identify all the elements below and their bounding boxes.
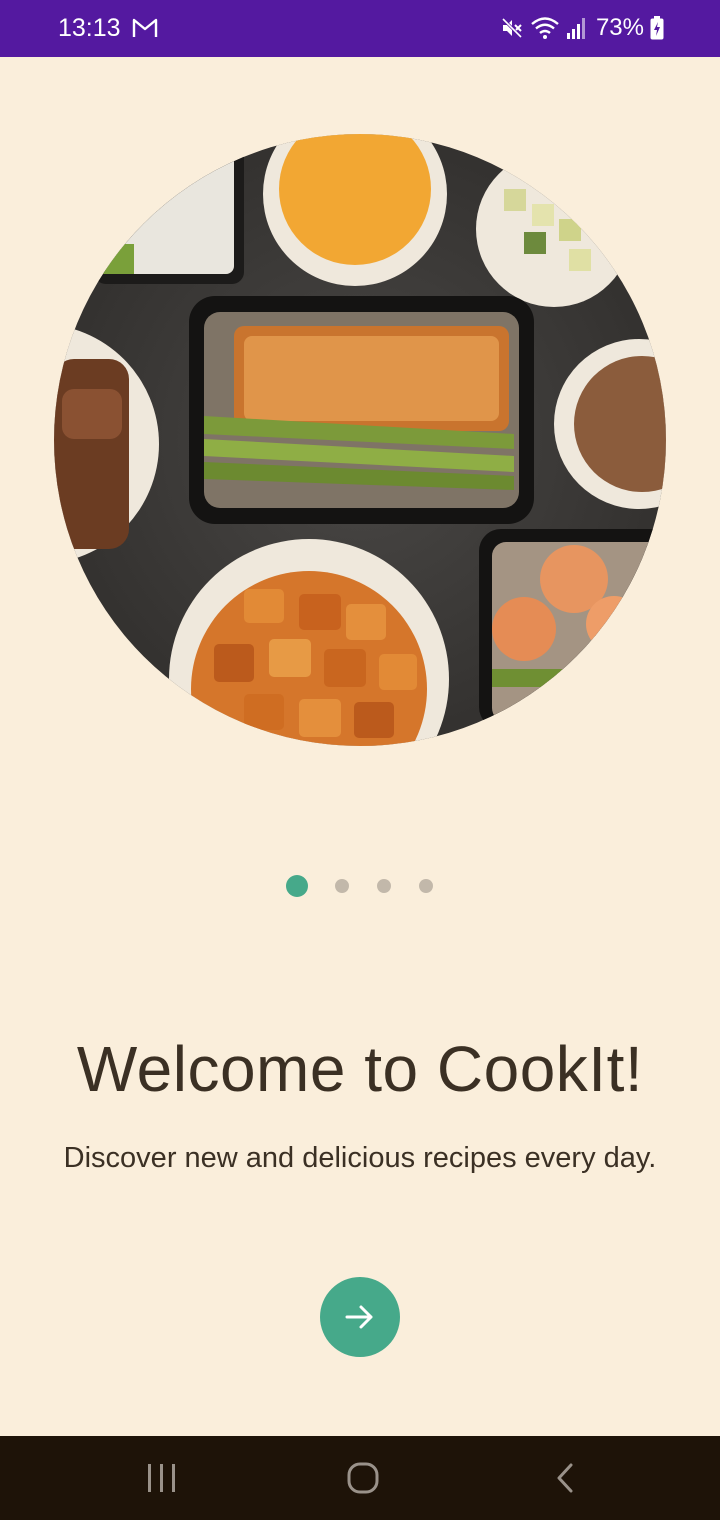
hero-food-image: [54, 134, 666, 746]
page-indicator-dot-3[interactable]: [377, 879, 391, 893]
battery-charging-icon: [650, 16, 664, 40]
status-bar: 13:13 73%: [0, 0, 720, 57]
signal-icon: [566, 18, 585, 39]
status-icons: 73%: [500, 14, 664, 42]
system-nav-bar: [0, 1436, 720, 1520]
mute-icon: [501, 17, 523, 39]
page-indicator: [0, 875, 720, 897]
meal-prep-illustration: [54, 134, 666, 746]
back-icon: [557, 1463, 573, 1493]
back-button[interactable]: [515, 1436, 615, 1520]
welcome-title: Welcome to CookIt!: [76, 1033, 644, 1105]
recent-apps-icon: [148, 1464, 175, 1492]
page-indicator-dot-4[interactable]: [419, 879, 433, 893]
home-icon: [347, 1462, 379, 1494]
wifi-icon: [531, 17, 559, 39]
arrow-right-icon: [345, 1305, 373, 1329]
recent-apps-button[interactable]: [112, 1436, 212, 1520]
gmail-icon: [132, 18, 158, 37]
status-time: 13:13: [58, 14, 121, 42]
home-button[interactable]: [313, 1436, 413, 1520]
page-indicator-dot-1[interactable]: [286, 875, 308, 897]
next-button[interactable]: [320, 1277, 400, 1357]
welcome-subtitle: Discover new and delicious recipes every…: [63, 1142, 657, 1174]
page-indicator-dot-2[interactable]: [335, 879, 349, 893]
battery-percent: 73%: [595, 14, 644, 41]
